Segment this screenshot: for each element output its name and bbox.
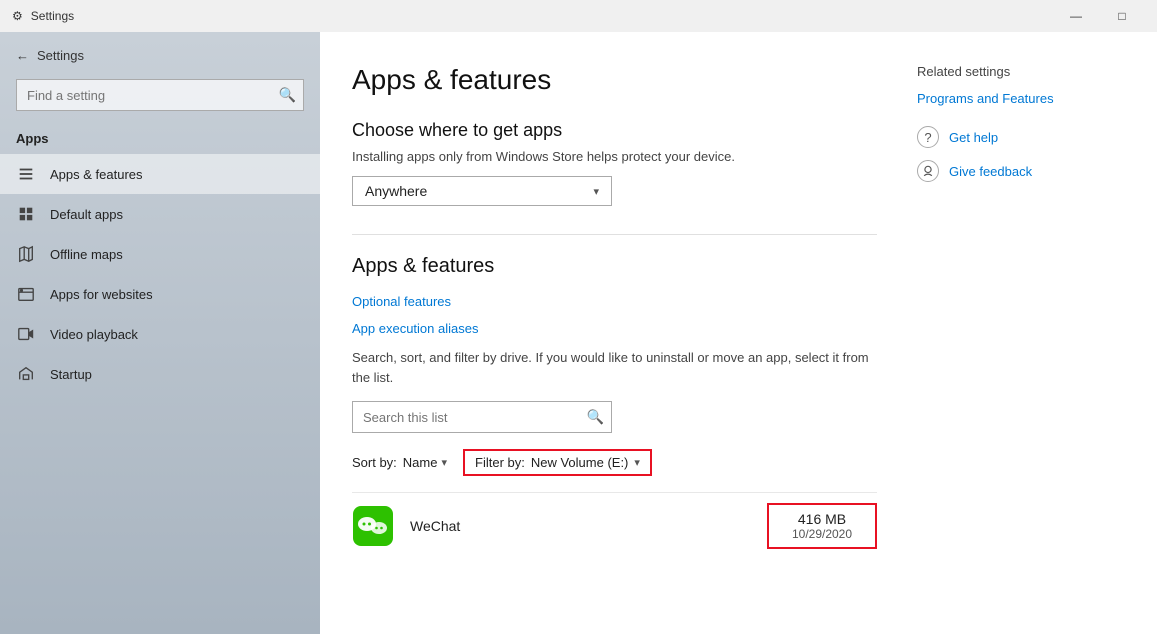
titlebar-left: ⚙ Settings	[12, 9, 74, 23]
app-size: 416 MB	[781, 511, 863, 527]
choose-description: Installing apps only from Windows Store …	[352, 149, 877, 164]
anywhere-value: Anywhere	[365, 183, 427, 199]
related-heading: Related settings	[917, 64, 1117, 79]
sidebar-item-default-apps[interactable]: Default apps	[0, 194, 320, 234]
sidebar-item-startup[interactable]: Startup	[0, 354, 320, 394]
programs-features-link[interactable]: Programs and Features	[917, 91, 1117, 106]
get-help-item: ? Get help	[917, 126, 1117, 148]
search-list-input[interactable]	[352, 401, 612, 433]
section-divider	[352, 234, 877, 235]
map-icon	[16, 244, 36, 264]
search-list-wrap: 🔍	[352, 401, 877, 433]
titlebar-title: Settings	[31, 9, 74, 23]
app-meta: 416 MB 10/29/2020	[767, 503, 877, 549]
give-feedback-icon	[917, 160, 939, 182]
sidebar-item-label: Video playback	[50, 327, 138, 342]
sidebar-search-input[interactable]	[16, 79, 304, 111]
anywhere-dropdown[interactable]: Anywhere ▾	[352, 176, 612, 206]
sidebar-search-wrap: 🔍	[16, 79, 304, 111]
titlebar-controls: — □	[1053, 0, 1145, 32]
app-execution-aliases-link[interactable]: App execution aliases	[352, 321, 877, 336]
main-layout: ← Settings 🔍 Apps Apps & features Defaul…	[0, 32, 1157, 634]
page-title: Apps & features	[352, 64, 877, 96]
minimize-button[interactable]: —	[1053, 0, 1099, 32]
video-icon	[16, 324, 36, 344]
sidebar-item-label: Default apps	[50, 207, 123, 222]
filter-label: Filter by:	[475, 455, 525, 470]
filter-description: Search, sort, and filter by drive. If yo…	[352, 348, 877, 387]
choose-heading: Choose where to get apps	[352, 120, 877, 141]
titlebar-icon: ⚙	[12, 9, 23, 23]
get-help-icon: ?	[917, 126, 939, 148]
grid-icon	[16, 204, 36, 224]
sort-label: Sort by:	[352, 455, 397, 470]
sidebar-item-offline-maps[interactable]: Offline maps	[0, 234, 320, 274]
startup-icon	[16, 364, 36, 384]
filter-value: New Volume (E:)	[531, 455, 629, 470]
get-help-link[interactable]: Get help	[949, 130, 998, 145]
back-arrow-icon: ←	[16, 48, 29, 63]
app-name: WeChat	[410, 518, 767, 534]
filter-chevron-icon: ▾	[634, 456, 640, 469]
chevron-down-icon: ▾	[593, 185, 599, 198]
app-date: 10/29/2020	[781, 527, 863, 541]
sidebar-section-label: Apps	[0, 127, 320, 154]
optional-features-link[interactable]: Optional features	[352, 294, 877, 309]
content-area: Apps & features Choose where to get apps…	[320, 32, 1157, 634]
sidebar-item-label: Apps for websites	[50, 287, 153, 302]
sidebar-item-label: Apps & features	[50, 167, 143, 182]
sidebar-item-apps-websites[interactable]: Apps for websites	[0, 274, 320, 314]
sidebar-item-label: Offline maps	[50, 247, 123, 262]
give-feedback-link[interactable]: Give feedback	[949, 164, 1032, 179]
sort-name-button[interactable]: Name ▾	[403, 455, 447, 470]
sort-filter-row: Sort by: Name ▾ Filter by: New Volume (E…	[352, 449, 877, 476]
sidebar-item-apps-features[interactable]: Apps & features	[0, 154, 320, 194]
app-list-item[interactable]: WeChat 416 MB 10/29/2020	[352, 492, 877, 559]
sidebar-search-icon: 🔍	[279, 87, 296, 104]
search-list-icon: 🔍	[587, 409, 604, 426]
back-button[interactable]: ← Settings	[0, 40, 320, 71]
sort-chevron-icon: ▾	[441, 456, 447, 469]
give-feedback-item: Give feedback	[917, 160, 1117, 182]
apps-features-heading: Apps & features	[352, 255, 877, 278]
related-settings: Related settings Programs and Features ?…	[917, 64, 1117, 602]
filter-by-dropdown[interactable]: Filter by: New Volume (E:) ▾	[463, 449, 652, 476]
titlebar: ⚙ Settings — □	[0, 0, 1157, 32]
back-label: Settings	[37, 48, 84, 63]
sidebar-item-video-playback[interactable]: Video playback	[0, 314, 320, 354]
maximize-button[interactable]: □	[1099, 0, 1145, 32]
sidebar: ← Settings 🔍 Apps Apps & features Defaul…	[0, 32, 320, 634]
sort-by: Sort by: Name ▾	[352, 455, 447, 470]
list-icon	[16, 164, 36, 184]
browser-icon	[16, 284, 36, 304]
app-icon-wechat	[352, 505, 394, 547]
content-main: Apps & features Choose where to get apps…	[352, 64, 877, 602]
sidebar-item-label: Startup	[50, 367, 92, 382]
